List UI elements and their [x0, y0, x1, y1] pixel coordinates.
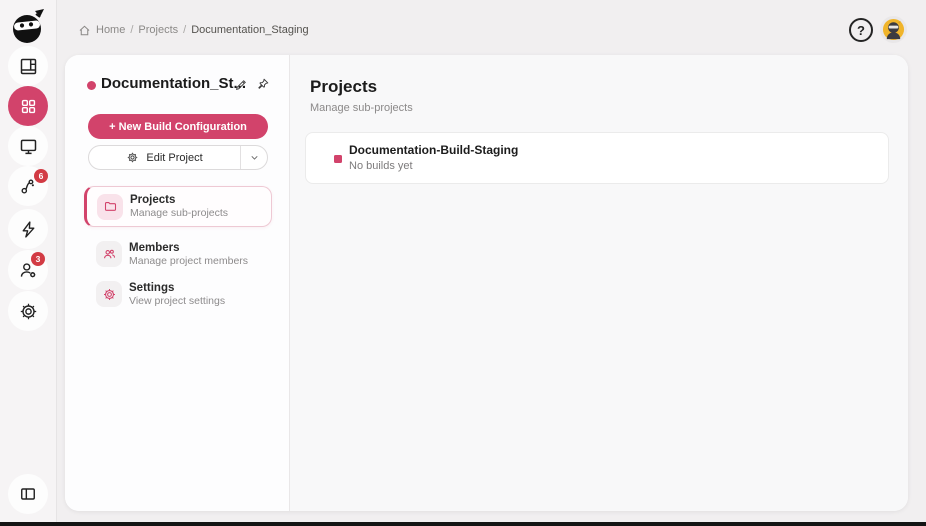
rail-item-dashboard[interactable]: [8, 46, 48, 86]
settings-gear-icon: [96, 281, 122, 307]
breadcrumb-home[interactable]: Home: [96, 24, 125, 36]
panel-nav-settings[interactable]: Settings View project settings: [84, 275, 272, 313]
panel-nav-members[interactable]: Members Manage project members: [84, 235, 272, 273]
breadcrumb-separator: /: [130, 24, 133, 36]
ninja-avatar-icon: [882, 18, 905, 41]
rail-item-users[interactable]: 3: [8, 250, 48, 290]
project-bullet: [334, 155, 342, 163]
breadcrumb-projects[interactable]: Projects: [138, 24, 178, 36]
nav-projects-sublabel: Manage sub-projects: [130, 207, 228, 219]
edit-project-button[interactable]: Edit Project: [89, 146, 240, 169]
project-title: Documentation_St...: [101, 75, 246, 92]
breadcrumb: Home / Projects / Documentation_Staging: [78, 21, 309, 39]
new-build-configuration-label: + New Build Configuration: [109, 121, 247, 133]
lightning-icon: [18, 219, 39, 240]
project-status-dot: [87, 81, 96, 90]
edit-project-label: Edit Project: [146, 152, 202, 164]
sub-project-card[interactable]: Documentation-Build-Staging No builds ye…: [305, 132, 889, 184]
panel-toggle-icon: [18, 484, 38, 504]
icon-rail: 6 3: [0, 0, 57, 526]
rail-item-triggers[interactable]: [8, 209, 48, 249]
rail-item-settings[interactable]: [8, 291, 48, 331]
project-panel: Documentation_St... + New Build Configur…: [65, 55, 290, 511]
chevron-down-icon: [249, 152, 260, 163]
edit-title-button[interactable]: [232, 75, 251, 94]
rail-item-projects[interactable]: [8, 86, 48, 126]
help-button[interactable]: ?: [849, 18, 873, 42]
page-title: Projects: [310, 77, 377, 97]
content-panel: Projects Manage sub-projects Documentati…: [290, 55, 908, 511]
nav-settings-sublabel: View project settings: [129, 295, 225, 307]
user-avatar[interactable]: [880, 16, 907, 43]
folder-icon: [97, 194, 123, 220]
main-card: Documentation_St... + New Build Configur…: [65, 55, 908, 511]
pencil-icon: [234, 77, 249, 92]
rail-item-agents[interactable]: [8, 126, 48, 166]
rail-item-builds[interactable]: 6: [8, 166, 48, 206]
question-mark-icon: ?: [857, 23, 865, 38]
window-bottom-edge: [0, 522, 926, 526]
nav-members-sublabel: Manage project members: [129, 255, 248, 267]
page-subtitle: Manage sub-projects: [310, 102, 413, 114]
home-icon: [78, 24, 91, 37]
sub-project-name: Documentation-Build-Staging: [349, 143, 518, 157]
builds-badge: 6: [34, 169, 48, 183]
ninja-logo-icon: [9, 8, 47, 46]
panel-nav-projects[interactable]: Projects Manage sub-projects: [84, 186, 272, 227]
sub-project-status: No builds yet: [349, 160, 413, 172]
nav-settings-label: Settings: [129, 282, 225, 295]
pin-icon: [255, 77, 270, 92]
edit-project-split-button: Edit Project: [88, 145, 268, 170]
edit-project-dropdown-button[interactable]: [240, 146, 267, 169]
gear-icon: [18, 301, 39, 322]
new-build-configuration-button[interactable]: + New Build Configuration: [88, 114, 268, 139]
gear-icon: [126, 151, 139, 164]
pin-project-button[interactable]: [253, 75, 272, 94]
grid-icon: [19, 97, 38, 116]
users-badge: 3: [31, 252, 45, 266]
members-icon: [96, 241, 122, 267]
monitor-icon: [18, 136, 39, 157]
app-logo[interactable]: [9, 8, 47, 46]
breadcrumb-separator: /: [183, 24, 186, 36]
nav-projects-label: Projects: [130, 194, 228, 207]
layout-icon: [18, 56, 39, 77]
nav-members-label: Members: [129, 242, 248, 255]
breadcrumb-current: Documentation_Staging: [191, 24, 308, 36]
rail-item-collapse-sidebar[interactable]: [8, 474, 48, 514]
